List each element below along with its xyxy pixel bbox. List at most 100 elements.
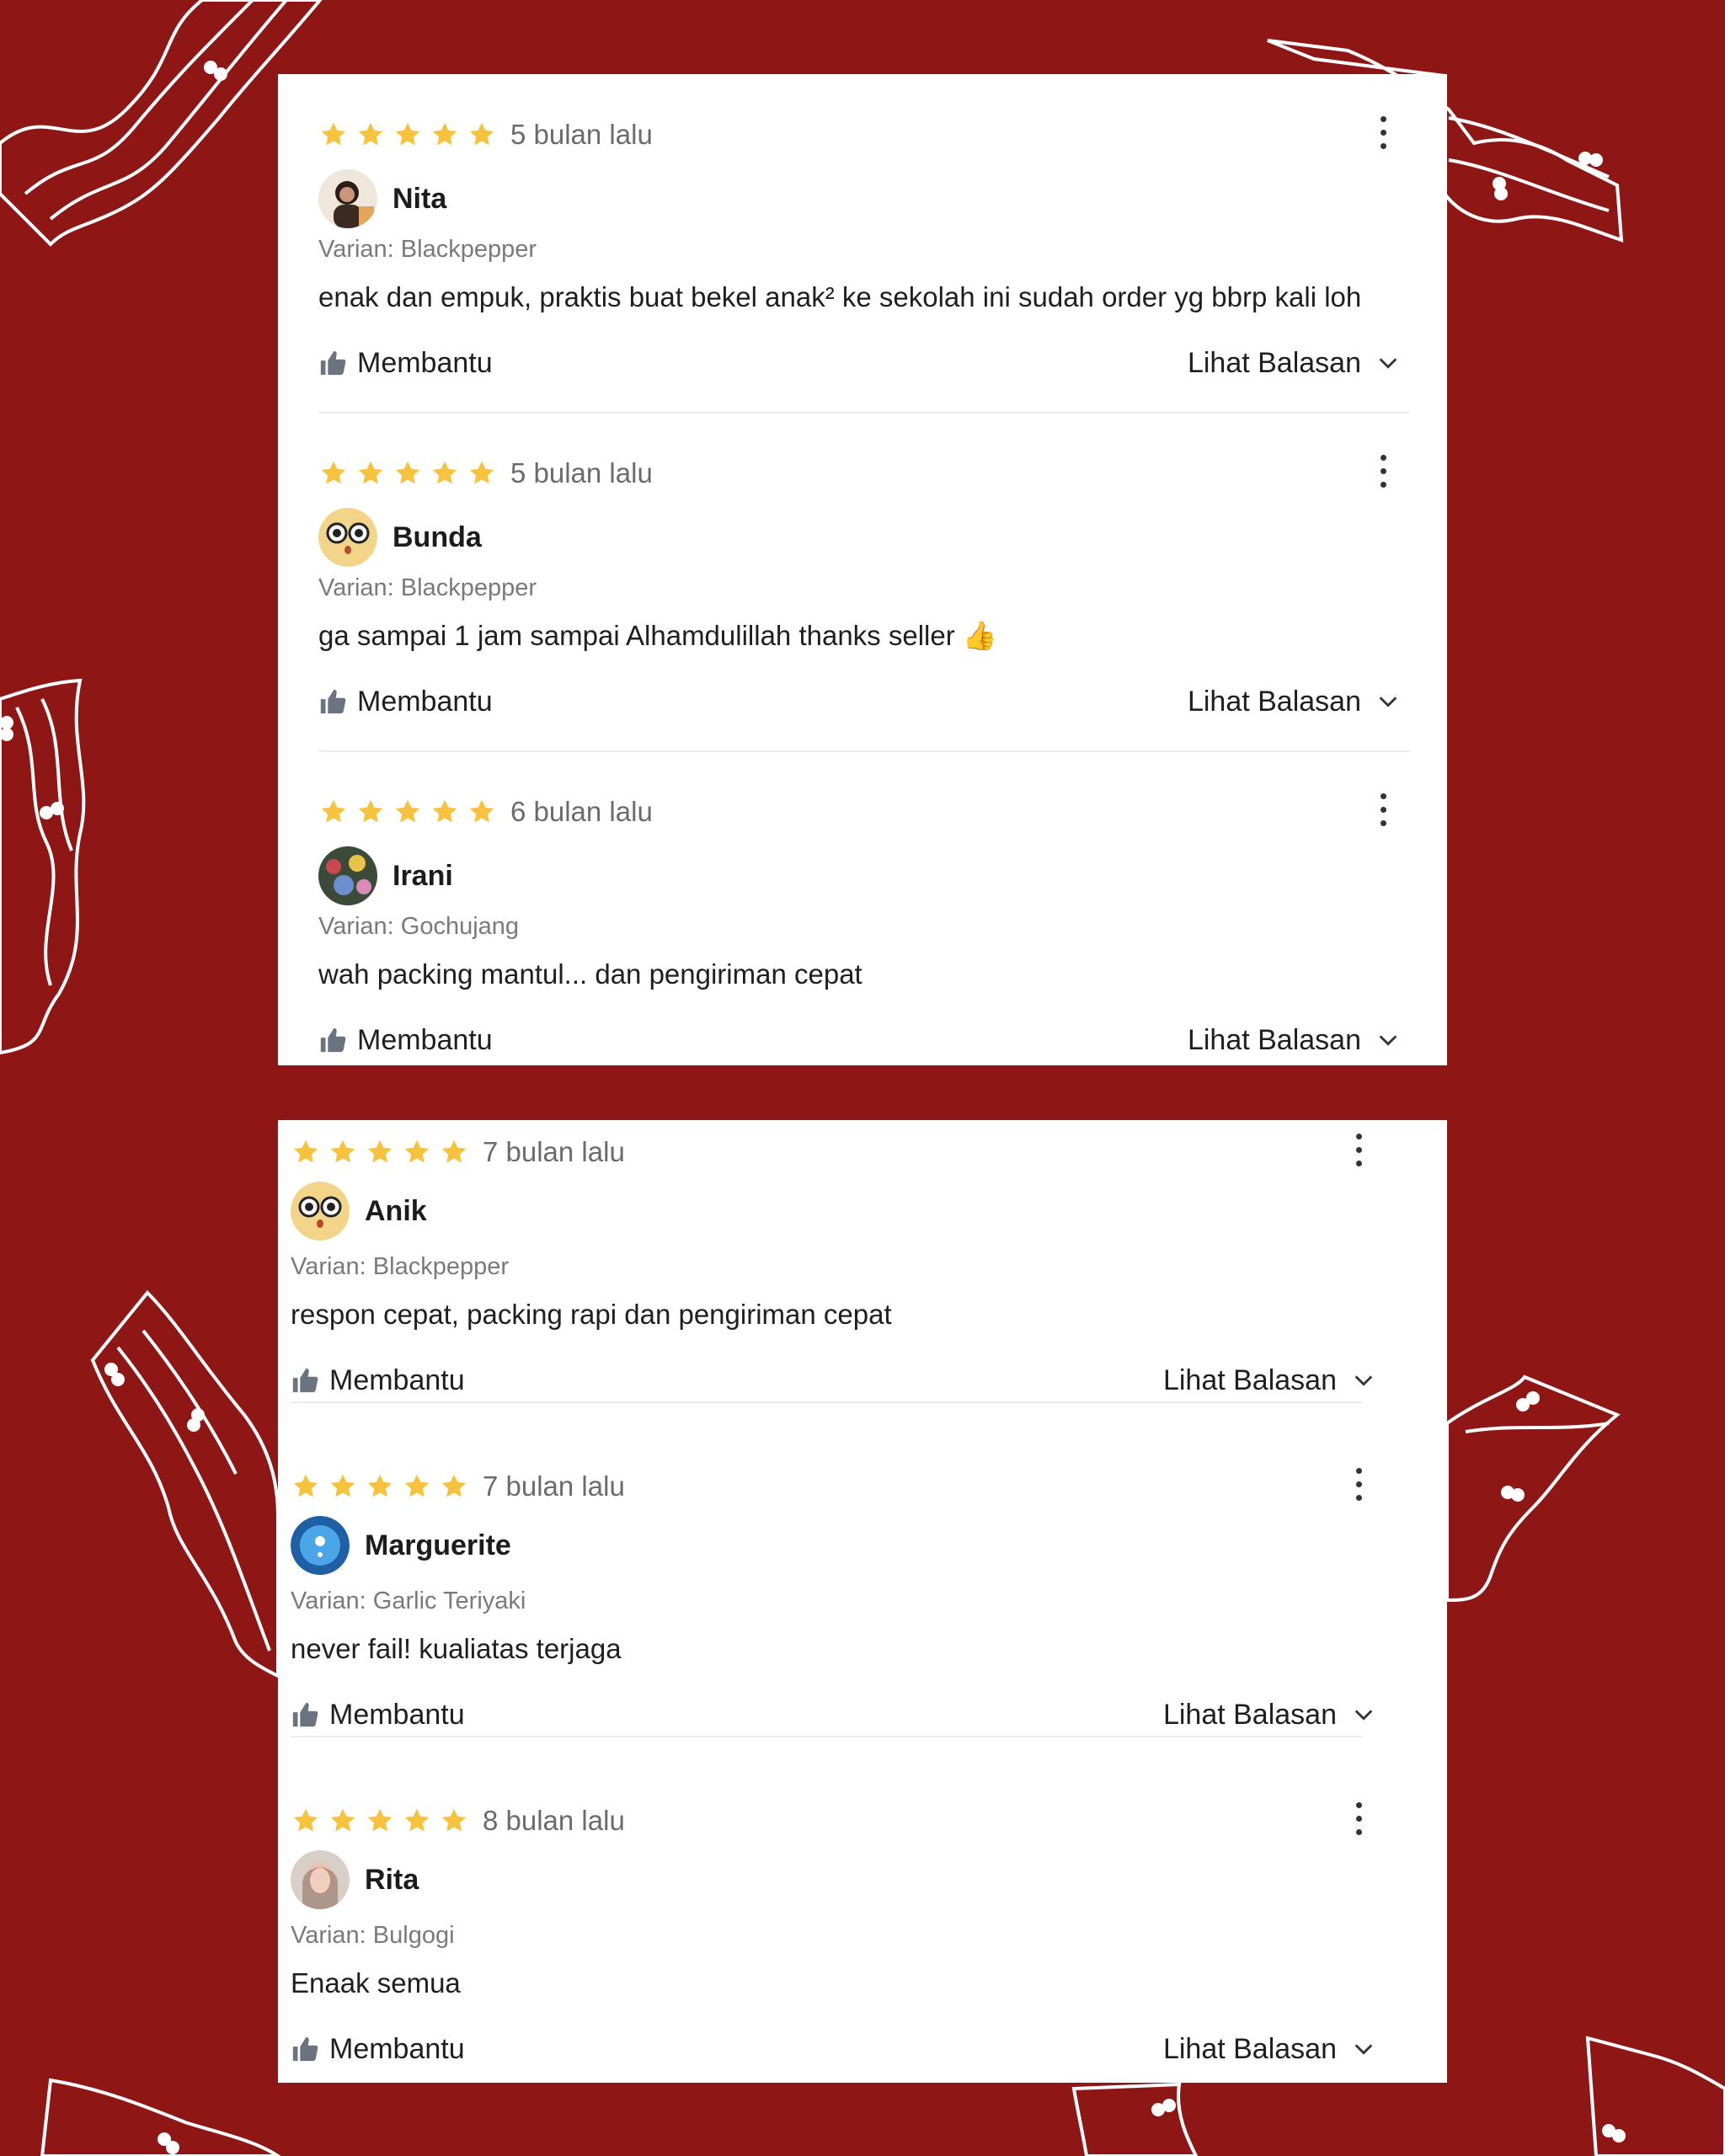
review-time: 8 bulan lalu bbox=[483, 1805, 625, 1836]
reviewer: Nita bbox=[318, 168, 446, 229]
chevron-down-icon bbox=[1379, 1035, 1397, 1046]
see-reply-button[interactable]: Lihat Balasan bbox=[1163, 1699, 1375, 1732]
more-vertical-icon[interactable] bbox=[1350, 1134, 1367, 1172]
thumbs-up-icon bbox=[292, 1702, 318, 1727]
more-vertical-icon[interactable] bbox=[1350, 1802, 1367, 1841]
reviewer: Marguerite bbox=[291, 1515, 511, 1576]
divider bbox=[291, 1401, 1362, 1403]
review-item: 7 bulan lalu Marguerite Varian: Garlic T… bbox=[278, 1426, 1447, 1764]
more-vertical-icon[interactable] bbox=[1375, 455, 1391, 494]
reviewer-name: Nita bbox=[393, 182, 447, 215]
star-icon bbox=[358, 461, 383, 484]
thumbs-up-icon bbox=[320, 1027, 346, 1053]
review-item: 8 bulan lalu Rita Varian: Bulgogi Enaak … bbox=[278, 1760, 1447, 2083]
reviewer: Rita bbox=[291, 1849, 419, 1910]
helpful-button[interactable]: Membantu bbox=[291, 2033, 465, 2066]
variant-label: Varian: Blackpepper bbox=[318, 236, 537, 263]
helpful-button[interactable]: Membantu bbox=[318, 347, 493, 380]
bacon-decoration-bottom-middle bbox=[1071, 2082, 1199, 2156]
star-icon bbox=[441, 1139, 467, 1163]
avatar bbox=[318, 169, 377, 228]
star-icon bbox=[358, 799, 383, 823]
see-reply-button[interactable]: Lihat Balasan bbox=[1163, 2033, 1375, 2066]
see-reply-button[interactable]: Lihat Balasan bbox=[1188, 347, 1400, 380]
star-icon bbox=[432, 799, 457, 823]
review-card-2: 7 bulan lalu Anik Varian: Blackpepper re… bbox=[278, 1120, 1447, 2083]
helpful-label: Membantu bbox=[357, 685, 493, 718]
star-icon bbox=[441, 1474, 467, 1497]
star-icon bbox=[395, 461, 420, 484]
helpful-button[interactable]: Membantu bbox=[291, 1364, 465, 1397]
see-reply-button[interactable]: Lihat Balasan bbox=[1188, 1024, 1400, 1057]
rating-stars: 5 bulan lalu bbox=[318, 455, 653, 492]
review-text: never fail! kualiatas terjaga bbox=[291, 1633, 622, 1664]
star-icon bbox=[404, 1474, 430, 1497]
review-time: 6 bulan lalu bbox=[510, 796, 653, 827]
star-icon bbox=[441, 1808, 467, 1832]
bacon-decoration-left-bottom bbox=[90, 1290, 280, 1679]
divider bbox=[291, 1736, 1362, 1737]
review-item: 6 bulan lalu Irani Varian: Gochujang wah… bbox=[278, 751, 1447, 1065]
star-icon bbox=[367, 1808, 393, 1832]
star-icon bbox=[321, 122, 346, 146]
review-time: 5 bulan lalu bbox=[510, 457, 653, 488]
star-icon bbox=[469, 461, 494, 484]
review-item: 5 bulan lalu Nita Varian: Blackpepper en… bbox=[278, 74, 1447, 414]
helpful-label: Membantu bbox=[329, 1698, 465, 1731]
bacon-decoration-bottom-left bbox=[40, 2078, 281, 2156]
chevron-down-icon bbox=[1354, 2044, 1373, 2055]
star-icon bbox=[367, 1474, 393, 1497]
star-icon bbox=[330, 1808, 355, 1832]
avatar bbox=[291, 1516, 350, 1575]
star-icon bbox=[395, 122, 420, 146]
reviewer-name: Rita bbox=[365, 1863, 419, 1896]
star-icon bbox=[432, 461, 457, 484]
variant-label: Varian: Blackpepper bbox=[318, 574, 537, 601]
review-actions: Membantu Lihat Balasan bbox=[318, 1021, 1410, 1059]
star-icon bbox=[469, 122, 494, 146]
star-icon bbox=[321, 799, 346, 823]
more-vertical-icon[interactable] bbox=[1375, 793, 1391, 832]
bacon-decoration-right-middle bbox=[1445, 1374, 1621, 1603]
helpful-button[interactable]: Membantu bbox=[318, 686, 493, 718]
star-icon bbox=[293, 1139, 318, 1163]
helpful-label: Membantu bbox=[357, 346, 493, 379]
review-item: 7 bulan lalu Anik Varian: Blackpepper re… bbox=[278, 1120, 1447, 1430]
review-actions: Membantu Lihat Balasan bbox=[291, 2030, 1386, 2068]
more-vertical-icon[interactable] bbox=[1350, 1468, 1367, 1507]
review-actions: Membantu Lihat Balasan bbox=[291, 1695, 1386, 1734]
variant-label: Varian: Garlic Teriyaki bbox=[291, 1588, 526, 1614]
star-icon bbox=[358, 122, 383, 146]
chevron-down-icon bbox=[1354, 1375, 1373, 1386]
reviewer: Bunda bbox=[318, 507, 482, 568]
see-reply-label: Lihat Balasan bbox=[1162, 2032, 1337, 2065]
see-reply-button[interactable]: Lihat Balasan bbox=[1188, 686, 1400, 718]
review-text: respon cepat, packing rapi dan pengirima… bbox=[291, 1299, 892, 1330]
star-icon bbox=[404, 1139, 430, 1163]
review-text: enak dan empuk, praktis buat bekel anak²… bbox=[318, 281, 1362, 312]
review-time: 7 bulan lalu bbox=[483, 1136, 625, 1167]
chevron-down-icon bbox=[1379, 696, 1397, 707]
helpful-button[interactable]: Membantu bbox=[291, 1699, 465, 1732]
variant-label: Varian: Gochujang bbox=[318, 913, 520, 940]
see-reply-label: Lihat Balasan bbox=[1187, 1023, 1361, 1056]
review-text: ga sampai 1 jam sampai Alhamdulillah tha… bbox=[318, 620, 997, 651]
helpful-button[interactable]: Membantu bbox=[318, 1024, 493, 1057]
star-icon bbox=[321, 461, 346, 484]
reviewer: Anik bbox=[291, 1181, 427, 1241]
avatar bbox=[291, 1850, 350, 1909]
see-reply-button[interactable]: Lihat Balasan bbox=[1163, 1364, 1375, 1397]
review-actions: Membantu Lihat Balasan bbox=[318, 682, 1410, 721]
see-reply-label: Lihat Balasan bbox=[1162, 1364, 1337, 1396]
variant-label: Varian: Blackpepper bbox=[291, 1253, 510, 1280]
rating-stars: 7 bulan lalu bbox=[291, 1134, 625, 1171]
review-time: 7 bulan lalu bbox=[483, 1470, 625, 1502]
rating-stars: 6 bulan lalu bbox=[318, 793, 653, 830]
more-vertical-icon[interactable] bbox=[1375, 116, 1391, 155]
review-actions: Membantu Lihat Balasan bbox=[318, 344, 1410, 382]
star-icon bbox=[293, 1474, 318, 1497]
reviewer-name: Irani bbox=[393, 859, 453, 892]
star-icon bbox=[330, 1474, 355, 1497]
see-reply-label: Lihat Balasan bbox=[1187, 346, 1361, 379]
bacon-decoration-top-left bbox=[0, 0, 323, 247]
